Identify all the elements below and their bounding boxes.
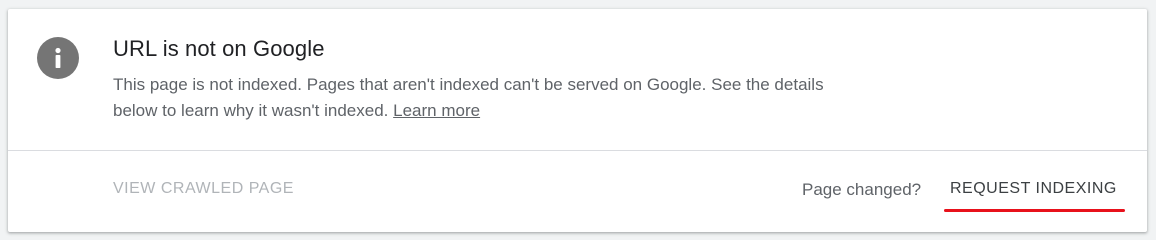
learn-more-link[interactable]: Learn more [393,101,480,120]
url-status-card: URL is not on Google This page is not in… [8,9,1147,232]
request-indexing-button[interactable]: REQUEST INDEXING [950,180,1117,198]
info-icon [37,37,79,79]
page-changed-text: Page changed? [802,180,922,199]
status-description: This page is not indexed. Pages that are… [113,72,853,124]
view-crawled-page-button[interactable]: VIEW CRAWLED PAGE [113,180,294,198]
request-indexing-highlight-underline [944,209,1125,212]
status-title: URL is not on Google [113,36,325,61]
divider [8,150,1147,151]
